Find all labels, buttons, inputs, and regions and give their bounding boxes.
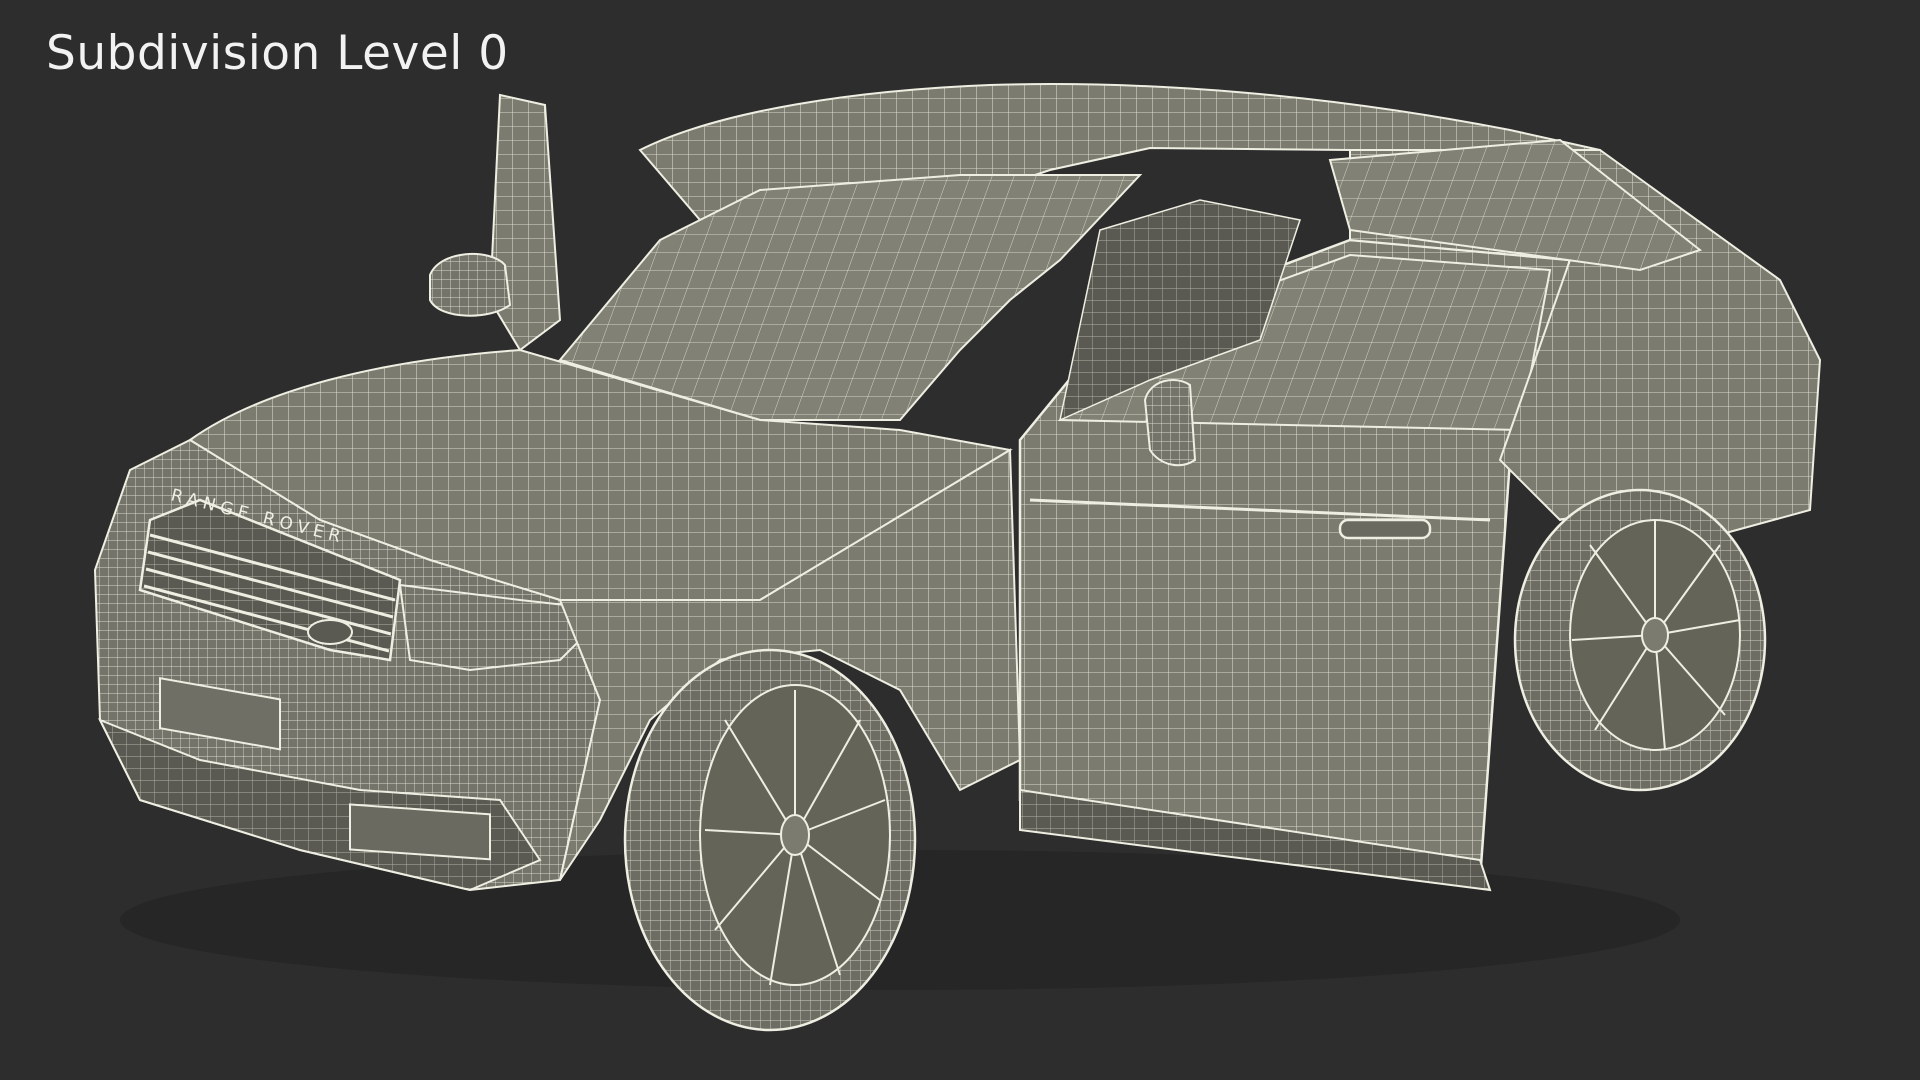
rear-wheel (1513, 488, 1767, 792)
front-badge-oval (307, 619, 353, 645)
car-windshield (558, 174, 1143, 421)
render-viewport: RANGE ROVER Subdivision Level 0 (0, 0, 1920, 1080)
front-wheel (623, 648, 917, 1032)
raised-left-door-panel (488, 93, 562, 352)
side-mirror-left (429, 252, 512, 317)
fog-light (349, 803, 491, 861)
car-wireframe-render: RANGE ROVER (93, 83, 1822, 1032)
subdivision-level-caption: Subdivision Level 0 (46, 26, 509, 81)
side-mirror-right (1143, 379, 1197, 467)
door-handle (1338, 518, 1432, 540)
